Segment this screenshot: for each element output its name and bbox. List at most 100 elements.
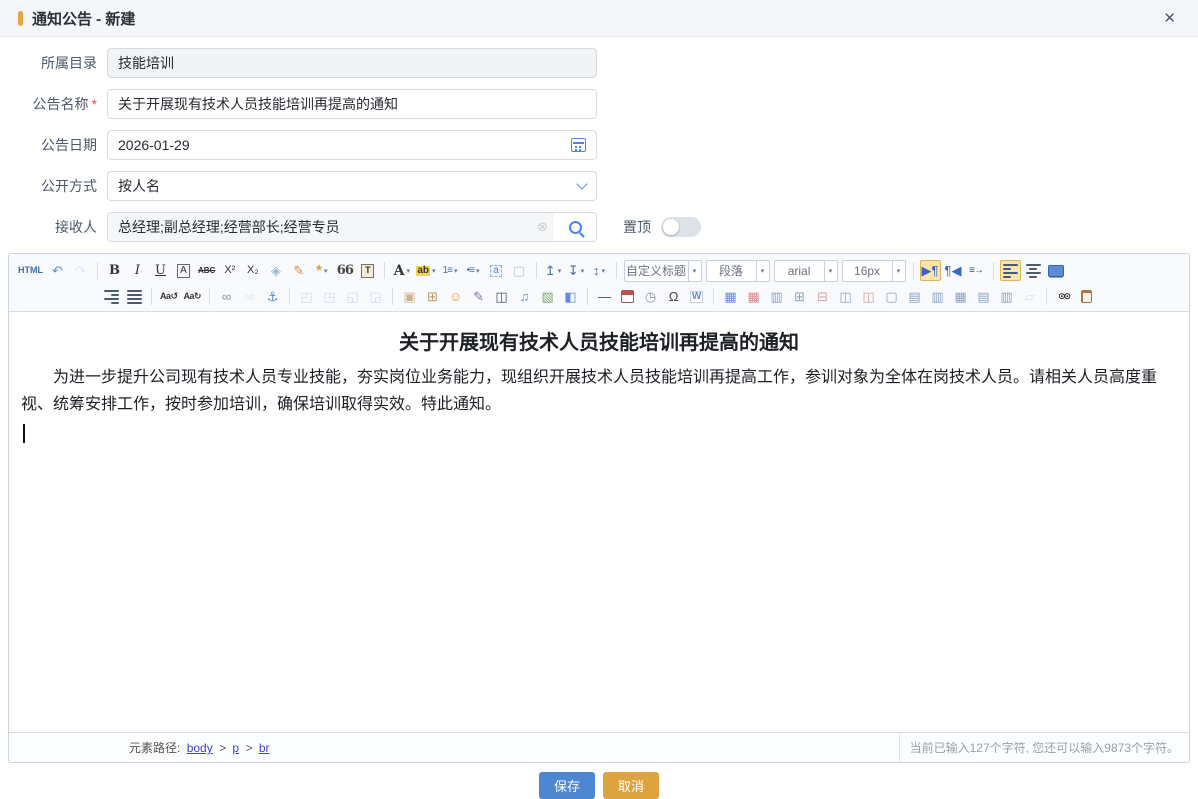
image-manager-icon: ⊞ [427,290,438,303]
insert-date-button[interactable] [617,286,638,307]
cancel-button[interactable]: 取消 [603,772,659,799]
paragraph-space-after-button[interactable]: ↧▾ [566,260,587,281]
delete-table-icon: ▦ [747,290,759,303]
table-columns-button[interactable]: ▥ [996,286,1017,307]
screenshot-button[interactable]: ◧ [560,286,581,307]
source-html-button[interactable]: HTML [16,260,45,281]
line-spacing-button[interactable]: ↕▾ [589,260,610,281]
date-input[interactable] [118,137,571,153]
delete-column-button[interactable]: ◫ [858,286,879,307]
emoji-button[interactable]: ☺ [445,286,466,307]
image-manager-button[interactable]: ⊞ [422,286,443,307]
superscript-button[interactable]: X² [219,260,240,281]
blank-doc-button[interactable]: ▢ [509,260,530,281]
remove-format-button[interactable]: ◈ [265,260,286,281]
format-brush-button[interactable]: ✎ [288,260,309,281]
close-icon[interactable]: ✕ [1157,9,1182,28]
italic-button[interactable]: I [127,260,148,281]
underline-button[interactable]: U [150,260,171,281]
highlight-color-button[interactable]: ab▾ [414,260,437,281]
insert-video-button[interactable]: ◫ [491,286,512,307]
table-title-button[interactable]: ▥ [766,286,787,307]
save-button[interactable]: 保存 [539,772,595,799]
chevron-down-icon[interactable] [576,178,587,189]
anchor-button[interactable]: ⚓ [262,286,283,307]
auto-typeset-button[interactable]: *▾ [311,260,332,281]
visibility-value[interactable] [118,178,578,194]
table-grid-button[interactable]: ▦ [950,286,971,307]
inline-anchor-button[interactable]: a [486,260,507,281]
clear-icon[interactable]: ⊗ [537,219,548,235]
insert-link-button[interactable]: ∞ [216,286,237,307]
blockquote-button[interactable]: 66 [334,260,355,281]
font-size-combo[interactable]: 16px▾ [842,260,906,282]
paste-as-text-button[interactable]: T [357,260,378,281]
preview-monitor-button[interactable] [1046,260,1067,281]
special-characters-button[interactable]: Ω [663,286,684,307]
dropdown-arrow-icon: ▾ [324,267,328,275]
scrawl-button[interactable]: ✎ [468,286,489,307]
path-link-br[interactable]: br [259,741,270,755]
recipient-search-button[interactable] [554,213,596,241]
toolbar-separator [1046,288,1047,305]
split-cell-rows-button[interactable]: ▤ [904,286,925,307]
align-justify-button[interactable] [124,286,145,307]
font-color-button[interactable]: A▾ [391,260,412,281]
merge-cells-icon: ▢ [885,290,897,303]
insert-table-button[interactable]: ▦ [720,286,741,307]
insert-column-button[interactable]: ◫ [835,286,856,307]
strikethrough-button[interactable]: ABC [196,260,217,281]
delete-row-button[interactable]: ⊟ [812,286,833,307]
uppercase-button[interactable]: Aa↺ [158,286,180,307]
name-field[interactable] [107,89,597,119]
unordered-list-button[interactable]: •≡▾ [463,260,484,281]
lowercase-button[interactable]: Aa↻ [182,286,204,307]
align-left-button[interactable] [1000,260,1021,281]
bold-button[interactable]: B [104,260,125,281]
font-border-button[interactable]: A [173,260,194,281]
insert-music-button[interactable]: ♫ [514,286,535,307]
visibility-label: 公开方式 [0,176,97,196]
insert-map-button[interactable]: ▧ [537,286,558,307]
remove-link-button: ∞ [239,286,260,307]
split-cell-columns-button[interactable]: ▥ [927,286,948,307]
horizontal-rule-button[interactable]: — [594,286,615,307]
form-row-visibility: 公开方式 [0,171,1198,201]
delete-table-button[interactable]: ▦ [743,286,764,307]
custom-title-combo[interactable]: 自定义标题▾ [624,260,702,282]
recipients-field[interactable]: ⊗ [107,212,597,242]
paragraph-space-before-button[interactable]: ↥▾ [543,260,564,281]
ordered-list-button[interactable]: 1≡▾ [440,260,461,281]
remove-format-icon: ◈ [271,264,281,277]
entry-direction-rtl-button[interactable]: ¶◀ [943,260,964,281]
first-line-indent-button[interactable]: ≡→ [966,260,987,281]
editor-content-area[interactable]: 关于开展现有技术人员技能培训再提高的通知 为进一步提升公司现有技术人员专业技能，… [9,312,1189,732]
align-right-button[interactable] [101,286,122,307]
insert-image-button[interactable]: ▣ [399,286,420,307]
font-family-value: arial [775,261,824,281]
subscript-button[interactable]: X₂ [242,260,263,281]
align-justify-icon [127,290,142,304]
paragraph-format-combo[interactable]: 段落▾ [706,260,770,282]
visibility-select[interactable] [107,171,597,201]
name-input[interactable] [118,96,586,112]
date-field[interactable] [107,130,597,160]
dropdown-arrow-icon: ▾ [602,267,606,275]
merge-cells-button[interactable]: ▢ [881,286,902,307]
paste-board-button[interactable] [1076,286,1097,307]
word-image-icon: W [690,291,703,303]
pin-toggle[interactable] [661,217,701,237]
insert-row-before-button[interactable]: ⊞ [789,286,810,307]
recipients-input[interactable] [118,219,531,235]
undo-button[interactable]: ↶ [47,260,68,281]
entry-direction-ltr-button[interactable]: ▶¶ [920,260,941,281]
find-replace-button[interactable]: ⊙⊙ [1053,286,1074,307]
align-center-button[interactable] [1023,260,1044,281]
calendar-icon[interactable] [571,138,586,152]
insert-time-button[interactable]: ◷ [640,286,661,307]
path-link-body[interactable]: body [187,741,213,755]
font-family-combo[interactable]: arial▾ [774,260,838,282]
path-link-p[interactable]: p [232,741,239,755]
table-rows-button[interactable]: ▤ [973,286,994,307]
word-image-button[interactable]: W [686,286,707,307]
